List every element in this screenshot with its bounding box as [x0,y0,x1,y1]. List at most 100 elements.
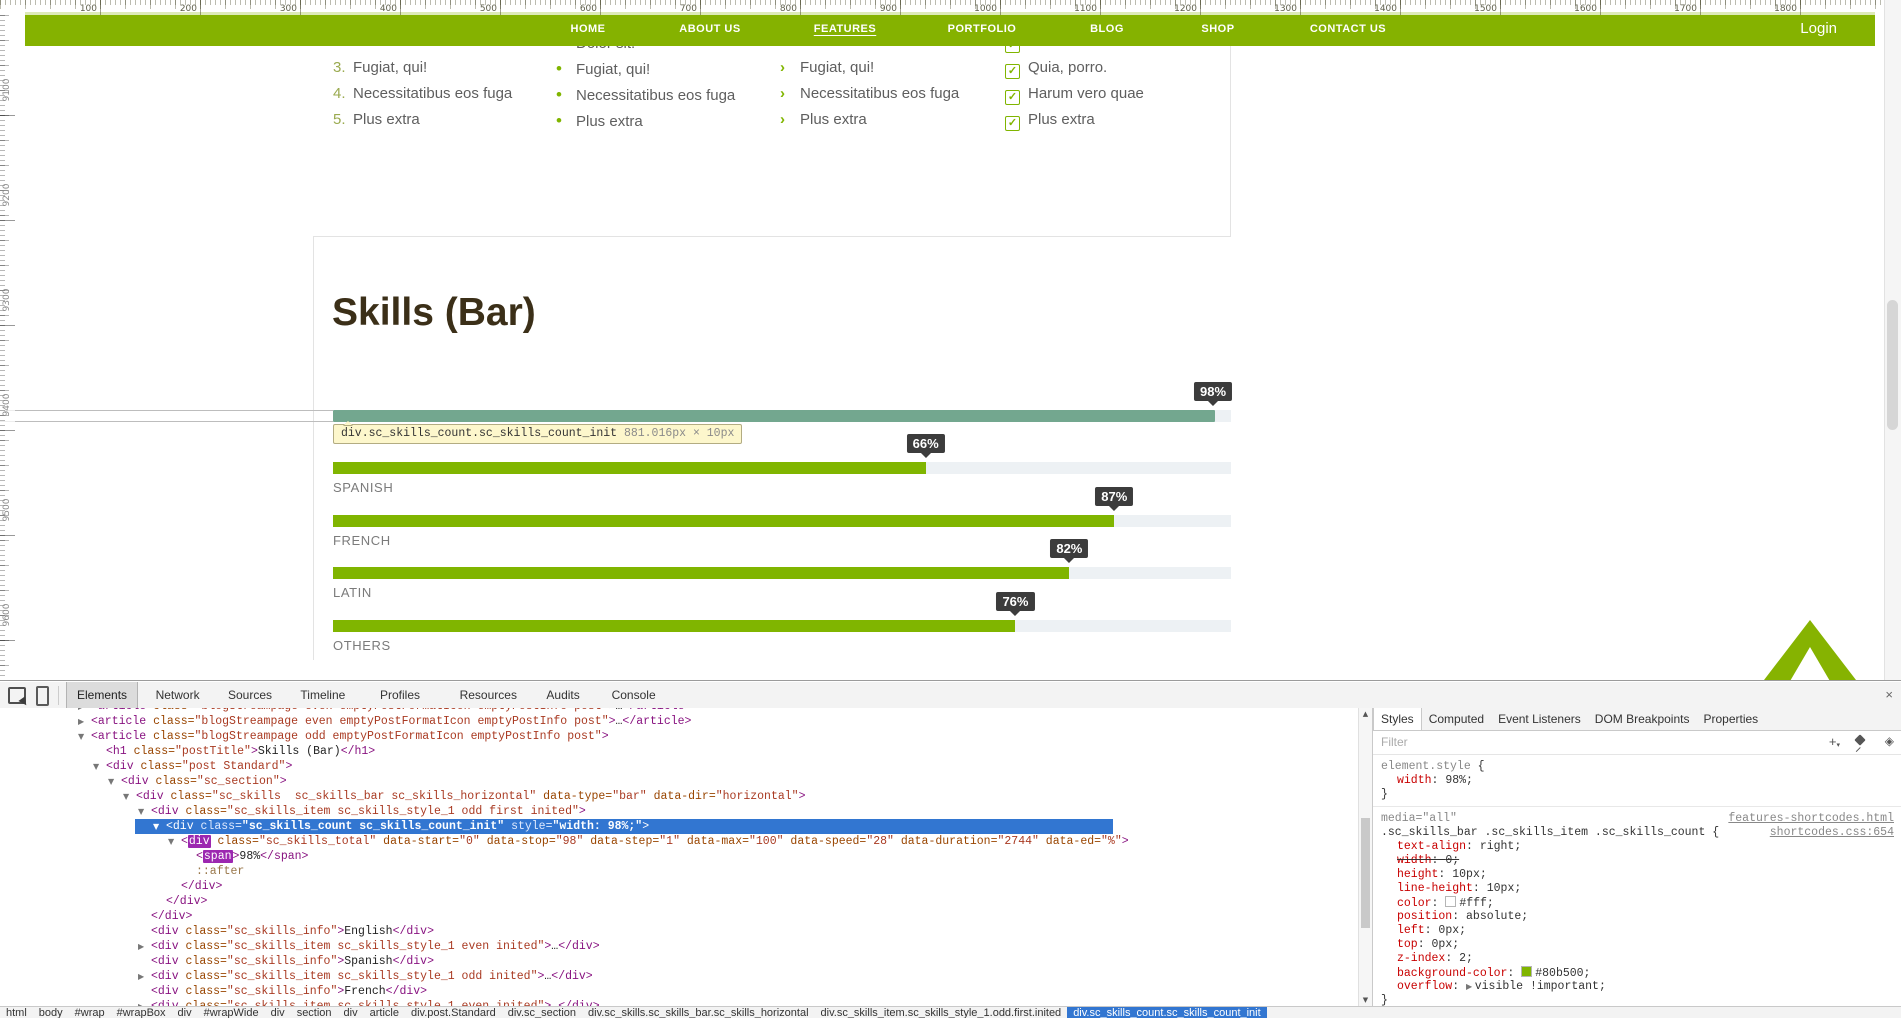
login-button[interactable]: Login [1800,20,1837,37]
element-state-icon[interactable]: ◈ [1885,734,1894,748]
css-property[interactable]: left: 0px; [1381,924,1894,938]
attr-name-token: data-speed= [784,835,867,848]
tree-row[interactable]: <div class="sc_skills_info">French</div> [0,984,1358,999]
tree-row[interactable]: ▼<div class="post Standard"> [0,759,1358,774]
tree-row[interactable]: ▼<div class="sc_skills_item sc_skills_st… [0,804,1358,819]
crumb-item[interactable]: article [364,1007,405,1018]
crumb-item[interactable]: div [338,1007,364,1018]
attr-name-token: class= [179,970,227,983]
tree-row[interactable]: <div class="sc_skills_info">Spanish</div… [0,954,1358,969]
css-property[interactable]: background-color: #80b500; [1381,966,1894,980]
devtools-tab-timeline[interactable]: Timeline [290,682,355,708]
elements-scrollbar[interactable]: ▲ ▼ [1358,708,1372,1006]
devtools-tab-profiles[interactable]: Profiles [370,682,430,708]
tree-row[interactable]: ▼<article class="blogStreampage odd empt… [0,729,1358,744]
pin-icon[interactable] [1854,734,1865,745]
crumb-item[interactable]: div.sc_skills_item.sc_skills_style_1.odd… [815,1007,1068,1018]
tree-row[interactable]: ▼<div class="sc_skills_total" data-start… [0,834,1358,849]
tag-token: < [196,850,203,863]
nav-item-about-us[interactable]: ABOUT US [679,23,740,35]
tag-token: < [181,835,188,848]
crumb-item[interactable]: html [0,1007,33,1018]
sidebar-tab-styles[interactable]: Styles [1373,708,1422,730]
page-scrollbar-thumb[interactable] [1887,300,1898,430]
css-property[interactable]: color: #fff; [1381,896,1894,910]
tree-row[interactable]: ▼<div class="sc_section"> [0,774,1358,789]
attr-value-token: "100" [749,835,784,848]
css-property[interactable]: height: 10px; [1381,868,1894,882]
elements-scrollbar-thumb[interactable] [1361,818,1370,928]
css-property[interactable]: top: 0px; [1381,938,1894,952]
crumb-item[interactable]: #wrap [69,1007,111,1018]
nav-item-contact-us[interactable]: CONTACT US [1310,23,1386,35]
nav-item-features[interactable]: FEATURES [814,23,876,35]
close-icon[interactable]: × [1885,687,1893,702]
ruler-tick [400,0,401,15]
sidebar-tab-computed[interactable]: Computed [1422,708,1491,730]
attr-value-token: "width: 98%;" [552,820,642,833]
tag-token: > [579,805,586,818]
sidebar-tab-event-listeners[interactable]: Event Listeners [1491,708,1588,730]
new-style-rule-icon[interactable]: +▾ [1829,734,1840,749]
crumb-item[interactable]: div.sc_skills.sc_skills_bar.sc_skills_ho… [582,1007,814,1018]
scroll-to-top-button[interactable] [1764,620,1856,680]
rule-selector-line: element.style { [1381,760,1894,774]
tree-row[interactable]: ▶<div class="sc_skills_item sc_skills_st… [0,999,1358,1006]
crumb-item[interactable]: #wrapBox [111,1007,172,1018]
tree-row[interactable]: <span>98%</span> [0,849,1358,864]
page-scrollbar[interactable] [1884,0,1901,680]
css-property[interactable]: overflow: ▶ visible !important; [1381,980,1894,994]
ruler-label: 1300 [1274,4,1300,14]
css-property[interactable]: line-height: 10px; [1381,882,1894,896]
devtools-tab-network[interactable]: Network [146,682,210,708]
crumb-item[interactable]: div [172,1007,198,1018]
sidebar-tab-properties[interactable]: Properties [1696,708,1765,730]
tree-row[interactable]: ▶<div class="sc_skills_item sc_skills_st… [0,939,1358,954]
css-source-link[interactable]: shortcodes.css:654 [1770,826,1894,840]
nav-item-home[interactable]: HOME [571,23,606,35]
tree-row[interactable]: <h1 class="postTitle">Skills (Bar)</h1> [0,744,1358,759]
crumb-item[interactable]: div.sc_section [502,1007,582,1018]
nav-item-blog[interactable]: BLOG [1090,23,1124,35]
devtools-tab-resources[interactable]: Resources [450,682,527,708]
crumb-item[interactable]: #wrapWide [198,1007,265,1018]
css-property[interactable]: width: 0; [1381,854,1894,868]
crumb-item[interactable]: div [265,1007,291,1018]
sidebar-tab-dom-breakpoints[interactable]: DOM Breakpoints [1588,708,1697,730]
tree-row[interactable]: ▶<div class="sc_skills_item sc_skills_st… [0,969,1358,984]
tree-row[interactable]: ▶<article class="blogStreampage even emp… [0,714,1358,729]
tree-row[interactable]: </div> [0,909,1358,924]
device-mode-icon[interactable] [36,686,49,706]
css-property[interactable]: text-align: right; [1381,840,1894,854]
crumb-item[interactable]: div.sc_skills_count.sc_skills_count_init [1067,1007,1267,1018]
text-token: Spanish [344,955,392,968]
list-item: •Necessitatibus eos fuga [556,85,735,105]
tree-row[interactable]: </div> [0,879,1358,894]
crumb-item[interactable]: div.post.Standard [405,1007,502,1018]
expand-arrow-icon: ▶ [138,969,151,984]
tree-row[interactable]: <div class="sc_skills_info">English</div… [0,924,1358,939]
attr-name-token: class= [146,715,194,728]
crumb-item[interactable]: body [33,1007,69,1018]
css-source-link[interactable]: features-shortcodes.html [1728,812,1894,826]
scroll-down-arrow-icon[interactable]: ▼ [1359,994,1372,1006]
tree-row-selected[interactable]: ▼<div class="sc_skills_count sc_skills_c… [0,819,1358,834]
nav-item-portfolio[interactable]: PORTFOLIO [948,23,1017,35]
inspect-element-icon[interactable] [8,687,26,704]
css-property[interactable]: width: 98%; [1381,774,1894,788]
scroll-up-arrow-icon[interactable]: ▲ [1359,708,1372,720]
devtools-tab-elements[interactable]: Elements [66,682,138,708]
attr-name-token: class= [164,790,212,803]
tree-row[interactable]: ::after [0,864,1358,879]
crumb-item[interactable]: section [291,1007,338,1018]
devtools-tab-audits[interactable]: Audits [536,682,589,708]
styles-filter-input[interactable]: Filter [1381,735,1408,749]
nav-item-shop[interactable]: SHOP [1201,23,1234,35]
tree-row[interactable]: ▼<div class="sc_skills sc_skills_bar sc_… [0,789,1358,804]
devtools-tab-console[interactable]: Console [602,682,666,708]
checkbox-icon: ✓ [1005,64,1020,79]
tree-row[interactable]: </div> [0,894,1358,909]
devtools-tab-sources[interactable]: Sources [218,682,282,708]
css-property[interactable]: position: absolute; [1381,910,1894,924]
css-property[interactable]: z-index: 2; [1381,952,1894,966]
